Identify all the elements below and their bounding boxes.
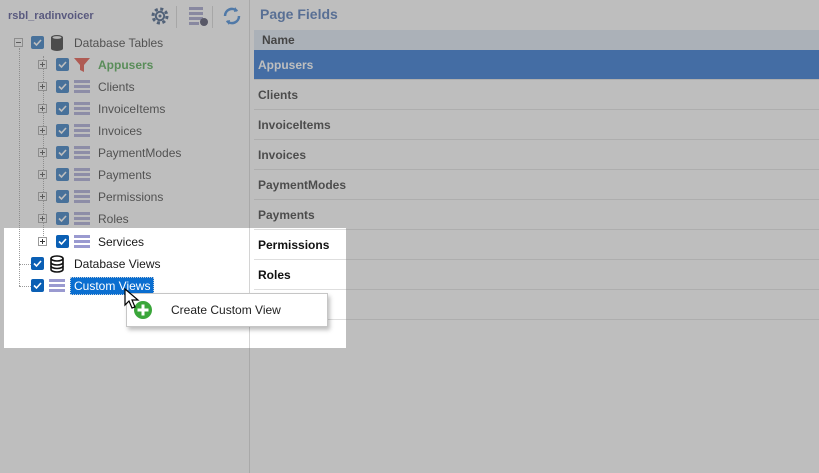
toolbar-divider bbox=[176, 6, 177, 28]
filter-icon bbox=[73, 56, 91, 74]
table-icon bbox=[73, 188, 91, 206]
tree-node-label: Database Views bbox=[74, 257, 161, 271]
tree-node-table[interactable]: Services bbox=[0, 231, 250, 253]
tree-node-table[interactable]: Clients bbox=[0, 76, 250, 98]
tree-checkbox[interactable] bbox=[31, 279, 44, 292]
collapse-toggle[interactable] bbox=[14, 38, 23, 47]
expand-toggle[interactable] bbox=[38, 237, 47, 246]
table-icon bbox=[48, 277, 66, 295]
grid-cell: Payments bbox=[258, 208, 315, 222]
tree-node-label: Database Tables bbox=[74, 36, 164, 50]
menu-item-label: Create Custom View bbox=[171, 303, 281, 317]
table-icon bbox=[73, 233, 91, 251]
grid-cell: Permissions bbox=[258, 238, 330, 252]
tree-node-table[interactable]: Permissions bbox=[0, 186, 250, 208]
tree-node-database-views[interactable]: Database Views bbox=[0, 253, 250, 275]
expand-toggle[interactable] bbox=[38, 60, 47, 69]
grid-row[interactable]: Payments bbox=[254, 200, 819, 230]
mouse-cursor-icon bbox=[124, 287, 140, 313]
tree-node-label: Invoices bbox=[98, 124, 143, 138]
toolbar-divider bbox=[212, 6, 213, 28]
grid-cell: Appusers bbox=[258, 58, 314, 72]
tree-node-label: Roles bbox=[98, 212, 129, 226]
grid-cell: Invoices bbox=[258, 148, 307, 162]
grid-row[interactable] bbox=[254, 290, 819, 320]
grid-cell: Clients bbox=[258, 88, 299, 102]
gear-icon[interactable] bbox=[148, 4, 172, 28]
tree-checkbox[interactable] bbox=[31, 257, 44, 270]
expand-toggle[interactable] bbox=[38, 170, 47, 179]
tree-node-table[interactable]: Payments bbox=[0, 164, 250, 186]
grid-row[interactable]: Clients bbox=[254, 80, 819, 110]
tree-node-table[interactable]: PaymentModes bbox=[0, 142, 250, 164]
tree-toolbar: rsbl_radinvoicer bbox=[0, 0, 250, 32]
tree-checkbox[interactable] bbox=[31, 36, 44, 49]
expand-toggle[interactable] bbox=[38, 192, 47, 201]
refresh-icon[interactable] bbox=[220, 4, 244, 28]
create-custom-view-menu-item[interactable]: Create Custom View bbox=[129, 296, 323, 324]
page-fields-panel: Page Fields Name Appusers Clients Invoic… bbox=[250, 0, 819, 473]
expand-toggle[interactable] bbox=[38, 148, 47, 157]
expand-toggle[interactable] bbox=[38, 82, 47, 91]
grid-cell: PaymentModes bbox=[258, 178, 347, 192]
table-icon bbox=[73, 78, 91, 96]
database-icon bbox=[48, 255, 66, 273]
expand-toggle[interactable] bbox=[38, 214, 47, 223]
table-icon bbox=[73, 210, 91, 228]
tree-checkbox[interactable] bbox=[56, 124, 69, 137]
tree-node-label: Appusers bbox=[98, 58, 154, 72]
grid-cell: Roles bbox=[258, 268, 291, 282]
grid-row-selected[interactable]: Appusers bbox=[254, 50, 819, 80]
tree-node-label: Services bbox=[98, 235, 145, 249]
tree-node-label: PaymentModes bbox=[98, 146, 182, 160]
tree-checkbox[interactable] bbox=[56, 190, 69, 203]
grid-header[interactable]: Name bbox=[254, 30, 819, 51]
tree-checkbox[interactable] bbox=[56, 212, 69, 225]
project-name: rsbl_radinvoicer bbox=[8, 10, 94, 22]
tree-node-table[interactable]: Appusers bbox=[0, 54, 250, 76]
tree-node-table[interactable]: InvoiceItems bbox=[0, 98, 250, 120]
expand-toggle[interactable] bbox=[38, 104, 47, 113]
tree-checkbox[interactable] bbox=[56, 168, 69, 181]
table-icon bbox=[73, 144, 91, 162]
database-settings-icon[interactable] bbox=[186, 4, 210, 28]
column-header-name: Name bbox=[262, 33, 295, 47]
tree-checkbox[interactable] bbox=[56, 80, 69, 93]
grid-row[interactable]: Permissions bbox=[254, 230, 819, 260]
grid-row[interactable]: InvoiceItems bbox=[254, 110, 819, 140]
tree-node-label: Payments bbox=[98, 168, 152, 182]
tree-checkbox[interactable] bbox=[56, 102, 69, 115]
grid-row[interactable]: Invoices bbox=[254, 140, 819, 170]
tree-checkbox[interactable] bbox=[56, 146, 69, 159]
context-menu: Create Custom View bbox=[126, 293, 328, 327]
tree-node-label: InvoiceItems bbox=[98, 102, 166, 116]
table-icon bbox=[73, 100, 91, 118]
tree-node-table[interactable]: Roles bbox=[0, 208, 250, 230]
tree-checkbox[interactable] bbox=[56, 235, 69, 248]
tree-node-label: Permissions bbox=[98, 190, 164, 204]
tree-node-database-tables[interactable]: Database Tables bbox=[0, 32, 250, 54]
table-icon bbox=[73, 122, 91, 140]
tree-node-table[interactable]: Invoices bbox=[0, 120, 250, 142]
tree-panel: rsbl_radinvoicer Database Tables Appuser… bbox=[0, 0, 250, 473]
grid-row[interactable]: Roles bbox=[254, 260, 819, 290]
database-icon bbox=[48, 34, 66, 52]
expand-toggle[interactable] bbox=[38, 126, 47, 135]
grid-cell: InvoiceItems bbox=[258, 118, 331, 132]
tree-checkbox[interactable] bbox=[56, 58, 69, 71]
table-icon bbox=[73, 166, 91, 184]
tree-node-label: Clients bbox=[98, 80, 135, 94]
page-title: Page Fields bbox=[260, 6, 338, 22]
grid-row[interactable]: PaymentModes bbox=[254, 170, 819, 200]
